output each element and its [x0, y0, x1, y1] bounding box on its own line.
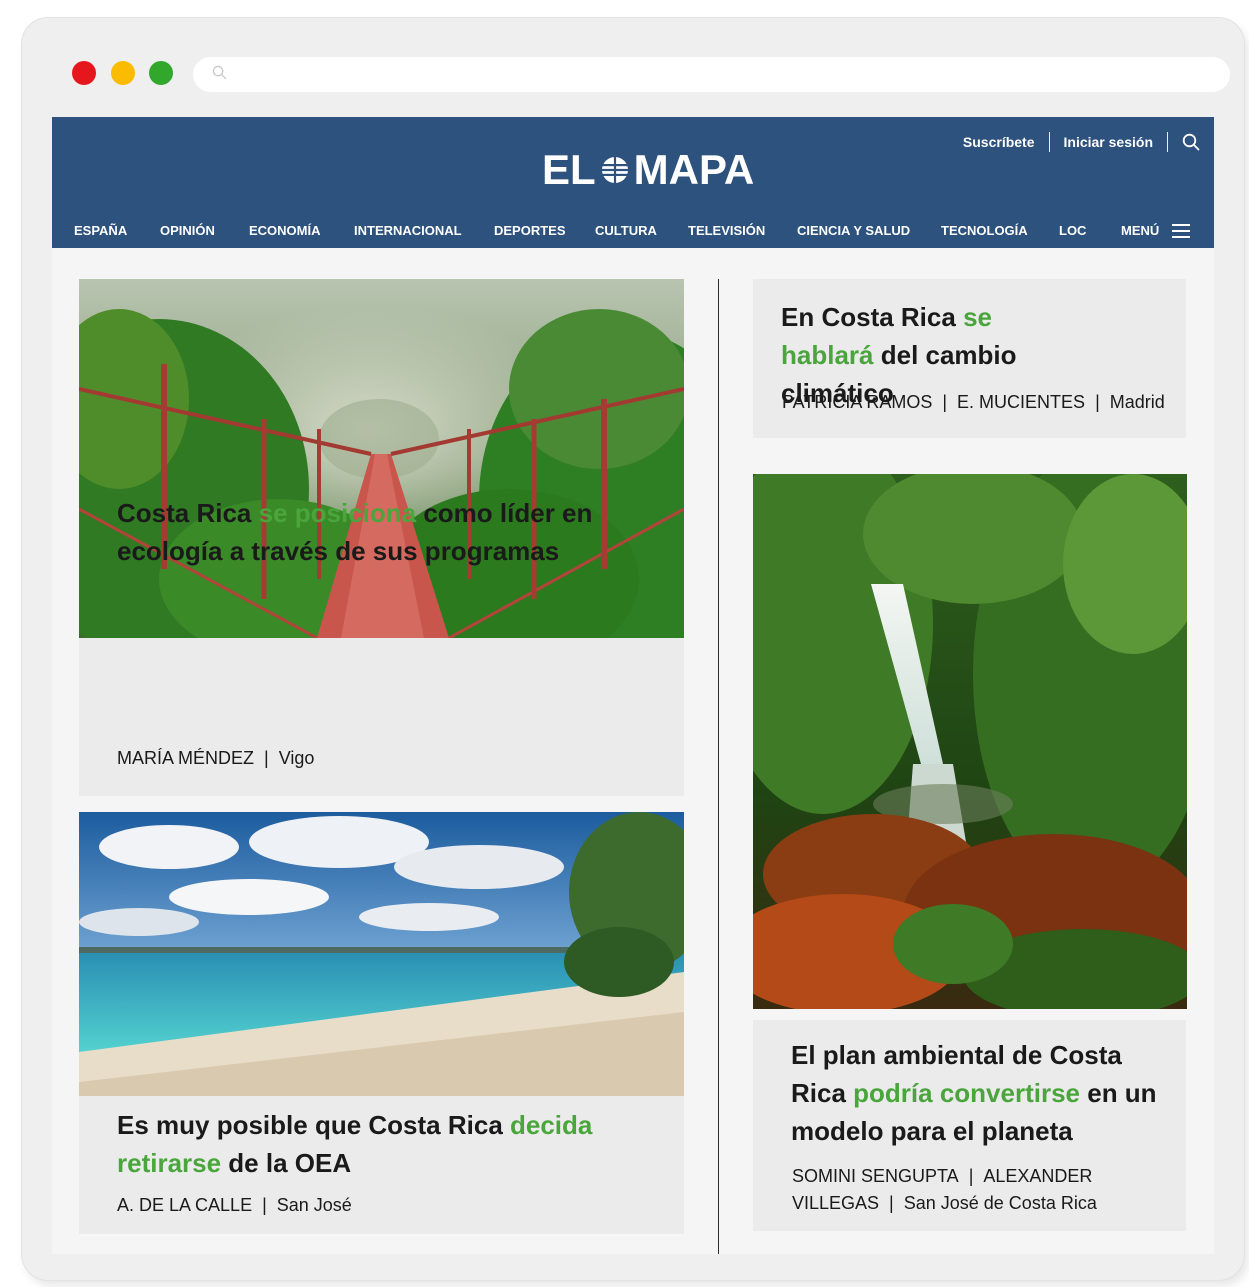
account-links: Suscríbete Iniciar sesión [963, 131, 1200, 153]
waterfall-photo-illustration [753, 474, 1187, 1009]
headline-text: En Costa Rica [781, 302, 964, 332]
article-1-headline[interactable]: Costa Rica se posiciona como líder en ec… [117, 494, 672, 570]
headline-highlight: podría convertirse [853, 1078, 1081, 1108]
logo-text-right: MAPA [633, 146, 755, 193]
byline-location: Madrid [1109, 392, 1165, 412]
site-logo[interactable]: EL MAPA [542, 145, 757, 195]
headline-text: Es muy posible que Costa Rica [117, 1110, 510, 1140]
article-2-byline: A. DE LA CALLE | San José [117, 1192, 352, 1219]
subscribe-link[interactable]: Suscríbete [963, 134, 1035, 150]
nav-item-internacional[interactable]: INTERNACIONAL [354, 223, 462, 238]
headline-text: Costa Rica [117, 498, 259, 528]
byline-location: San José de Costa Rica [903, 1193, 1097, 1213]
article-4-headline[interactable]: El plan ambiental de Costa Rica podría c… [791, 1036, 1181, 1150]
nav-item-ciencia-y-salud[interactable]: CIENCIA Y SALUD [797, 223, 910, 238]
login-link[interactable]: Iniciar sesión [1064, 134, 1153, 150]
article-4-byline: SOMINI SENGUPTA | ALEXANDER VILLEGAS | San J… [792, 1163, 1167, 1217]
article-4-photo-waterfall[interactable] [753, 474, 1187, 1009]
article-1-byline: MARÍA MÉNDEZ | Vigo [117, 745, 314, 772]
byline-location: Vigo [278, 748, 315, 768]
separator [1167, 132, 1168, 152]
headline-text: de la OEA [221, 1148, 352, 1178]
site-header: EL MAPA Suscríbete Iniciar sesión ESPAÑA… [52, 117, 1214, 248]
hamburger-menu-icon[interactable] [1172, 224, 1190, 238]
search-icon[interactable] [1182, 133, 1200, 151]
byline-separator: | [889, 1193, 894, 1213]
headline-highlight: se posiciona [258, 498, 417, 528]
beach-photo-illustration [79, 812, 684, 1096]
nav-item-economia[interactable]: ECONOMÍA [249, 223, 321, 238]
nav-item-deportes[interactable]: DEPORTES [494, 223, 566, 238]
byline-location: San José [276, 1195, 352, 1215]
column-divider [718, 279, 719, 1254]
maximize-window-button[interactable] [149, 61, 173, 85]
nav-item-tecnologia[interactable]: TECNOLOGÍA [941, 223, 1028, 238]
byline-author[interactable]: SOMINI SENGUPTA [792, 1166, 959, 1186]
article-2-headline[interactable]: Es muy posible que Costa Rica decida ret… [117, 1106, 672, 1182]
byline-separator: | [942, 392, 948, 412]
byline-separator: | [968, 1166, 974, 1186]
byline-separator: | [264, 748, 269, 768]
search-icon [212, 65, 227, 80]
nav-item-espana[interactable]: ESPAÑA [74, 223, 127, 238]
byline-author[interactable]: MARÍA MÉNDEZ [117, 748, 254, 768]
separator [1048, 132, 1050, 152]
byline-separator: | [262, 1195, 267, 1215]
byline-author[interactable]: A. DE LA CALLE [117, 1195, 252, 1215]
address-bar[interactable] [193, 57, 1230, 92]
logo-text-left: EL [542, 146, 596, 193]
nav-item-loc[interactable]: LOC [1059, 223, 1086, 238]
byline-author[interactable]: PATRICIA RAMOS [782, 392, 932, 412]
nav-item-television[interactable]: TELEVISIÓN [688, 223, 765, 238]
nav-item-opinion[interactable]: OPINIÓN [160, 223, 215, 238]
byline-author[interactable]: E. MUCIENTES [957, 392, 1085, 412]
article-2-photo-beach[interactable] [79, 812, 684, 1096]
section-nav: ESPAÑA OPINIÓN ECONOMÍA INTERNACIONAL DE… [52, 217, 1214, 245]
byline-separator: | [1095, 392, 1100, 412]
menu-button-label[interactable]: MENÚ [1121, 223, 1159, 238]
bridge-photo-illustration [79, 279, 684, 638]
article-1-photo-suspension-bridge[interactable] [79, 279, 684, 638]
nav-item-cultura[interactable]: CULTURA [595, 223, 657, 238]
minimize-window-button[interactable] [111, 61, 135, 85]
close-window-button[interactable] [72, 61, 96, 85]
globe-icon [601, 157, 628, 183]
article-3-byline: PATRICIA RAMOS | E. MUCIENTES | Madrid [782, 389, 1165, 416]
page-viewport: EL MAPA Suscríbete Iniciar sesión ESPAÑA… [52, 117, 1214, 1254]
